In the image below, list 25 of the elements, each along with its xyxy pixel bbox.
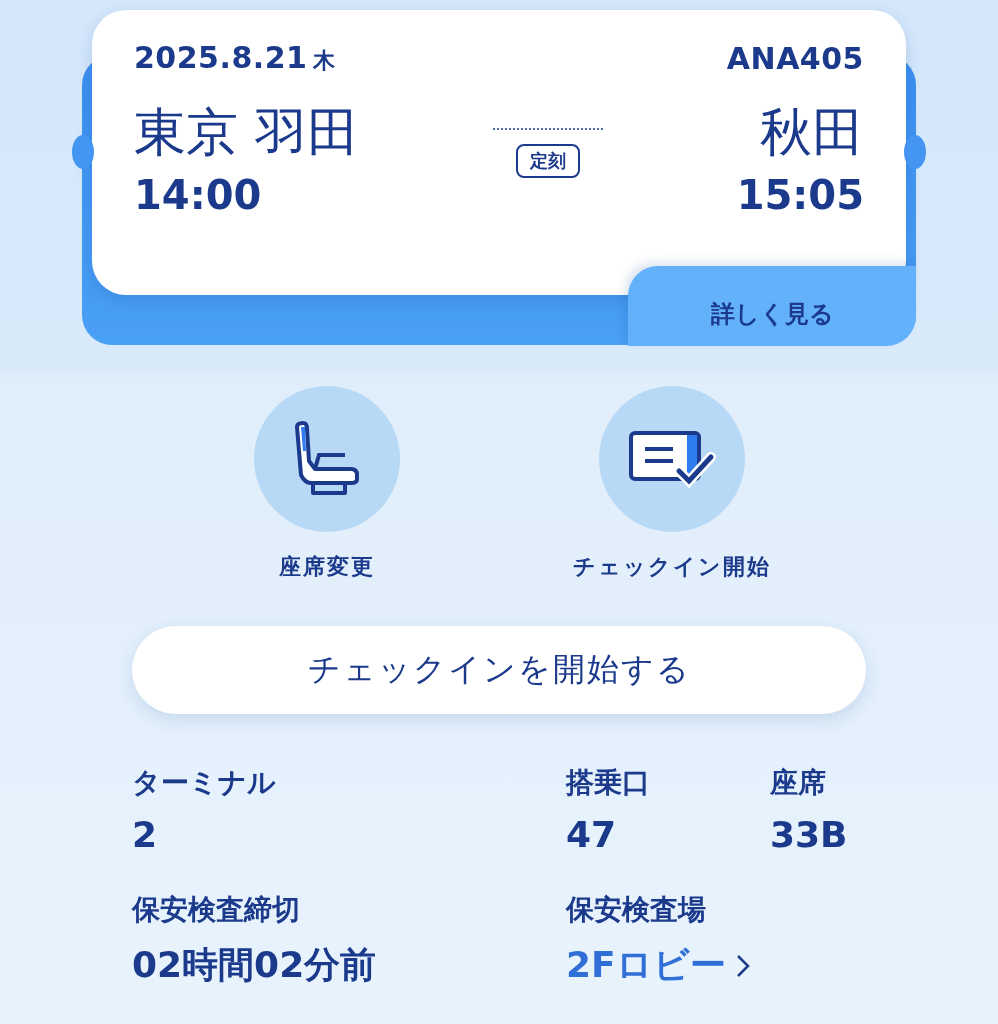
chevron-right-icon: [735, 953, 750, 978]
destination-city: 秋田: [760, 101, 864, 164]
info-label: 座席: [770, 765, 826, 801]
info-label: 搭乗口: [566, 765, 650, 801]
info-value: 02時間02分前: [132, 943, 377, 987]
start-checkin-button[interactable]: チェックインを開始する: [132, 626, 866, 714]
action-button[interactable]: チェックイン開始: [571, 386, 772, 582]
details-link[interactable]: 詳しく見る: [628, 266, 916, 346]
arrival-time: 15:05: [736, 172, 864, 218]
info-label: ターミナル: [132, 765, 276, 801]
origin-city: 東京 羽田: [134, 101, 359, 164]
ticket-notch: [904, 135, 926, 169]
ticket-notch: [72, 135, 94, 169]
status-badge: 定刻: [515, 144, 580, 178]
departure-time: 14:00: [134, 172, 263, 218]
info-label: 保安検査締切: [132, 892, 300, 928]
checklist-icon: [626, 429, 717, 489]
flight-number: ANA405: [726, 40, 864, 76]
info-value: 33B: [770, 814, 848, 855]
action-button[interactable]: 座席変更: [226, 386, 427, 582]
info-label: 保安検査場: [566, 892, 706, 928]
flight-date: 2025.8.21 木: [134, 40, 336, 76]
info-value: 47: [566, 814, 617, 855]
security-location-link[interactable]: 2Fロビー: [566, 941, 750, 990]
info-value: 2: [132, 814, 158, 855]
